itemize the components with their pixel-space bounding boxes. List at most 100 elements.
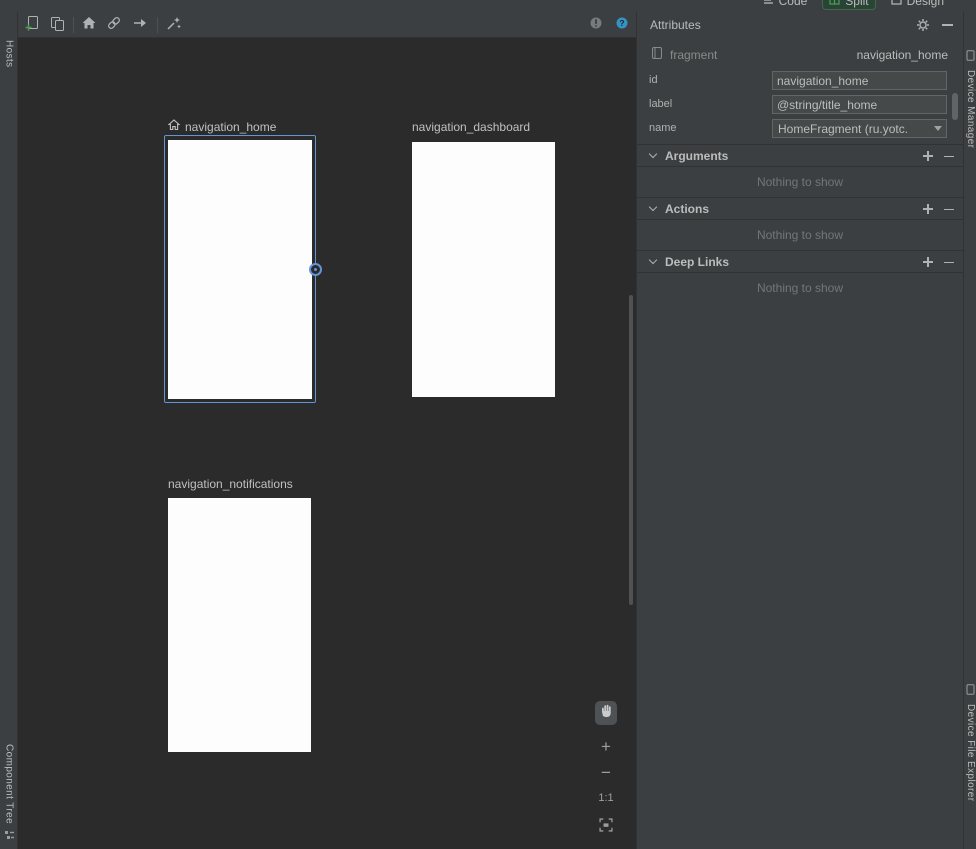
- section-header-deep-links[interactable]: Deep Links: [637, 250, 963, 273]
- sidebar-item-hosts[interactable]: Hosts: [0, 40, 18, 68]
- label-field-label: label: [649, 95, 672, 114]
- id-field[interactable]: [772, 71, 947, 90]
- hand-icon: [599, 703, 613, 723]
- field-row-id: id: [637, 71, 963, 90]
- help-button[interactable]: ?: [612, 15, 632, 35]
- deep-link-button[interactable]: [104, 15, 124, 35]
- tab-code[interactable]: Code: [757, 0, 814, 9]
- svg-text:?: ?: [619, 18, 624, 28]
- tab-split[interactable]: Split: [823, 0, 874, 9]
- id-field-label: id: [649, 71, 658, 90]
- sidebar-item-device-file-explorer[interactable]: Device File Explorer: [964, 682, 976, 801]
- component-type: fragment: [670, 48, 717, 62]
- panel-title: Attributes: [650, 12, 701, 39]
- chevron-down-icon: [934, 126, 942, 131]
- action-button[interactable]: [130, 15, 150, 35]
- split-icon: [829, 0, 840, 8]
- zoom-ratio-indicator[interactable]: 1:1: [595, 792, 617, 804]
- sidebar-item-component-tree[interactable]: Component Tree: [0, 744, 18, 846]
- fragment-notifications-preview[interactable]: [168, 498, 311, 752]
- section-header-actions[interactable]: Actions: [637, 197, 963, 220]
- assign-start-button[interactable]: [79, 15, 99, 35]
- fragment-label: navigation_dashboard: [412, 120, 530, 134]
- editor-tab-strip: Code Split Design: [0, 0, 976, 12]
- label-field[interactable]: [772, 95, 947, 114]
- zoom-to-fit-icon: [599, 819, 613, 836]
- fragment-dashboard-preview[interactable]: [412, 142, 555, 397]
- attribute-sections: Arguments Nothing to show Actions Nothin…: [637, 144, 963, 303]
- hosts-label: Hosts: [4, 40, 15, 68]
- start-destination-home-icon: [168, 119, 180, 134]
- component-id: navigation_home: [857, 48, 948, 62]
- help-icon: ?: [614, 15, 630, 36]
- zoom-in-button[interactable]: +: [595, 737, 617, 757]
- chevron-down-icon: [649, 203, 657, 211]
- pan-button[interactable]: [595, 701, 617, 725]
- attributes-panel-header: Attributes: [637, 12, 963, 39]
- action-connection-handle[interactable]: [309, 263, 322, 276]
- name-dropdown[interactable]: HomeFragment (ru.yotc.: [772, 119, 947, 138]
- actions-empty-text: Nothing to show: [637, 220, 963, 250]
- gear-icon: [916, 18, 930, 32]
- tab-design[interactable]: Design: [885, 0, 950, 9]
- add-deep-link-button[interactable]: [923, 257, 933, 267]
- auto-arrange-button[interactable]: [164, 15, 184, 35]
- name-field-label: name: [649, 119, 677, 138]
- home-icon: [81, 15, 97, 36]
- zoom-to-fit-button[interactable]: [599, 818, 613, 832]
- editor-mode-tabs: Code Split Design: [757, 0, 950, 11]
- remove-action-button[interactable]: [944, 209, 954, 211]
- right-tool-window-stripe: Device Manager Device File Explorer: [963, 12, 976, 849]
- zoom-out-button[interactable]: −: [595, 763, 617, 783]
- error-panel-button[interactable]: [586, 15, 606, 35]
- panel-options-button[interactable]: [916, 18, 930, 37]
- fragment-notifications-label-row[interactable]: navigation_notifications: [168, 476, 293, 491]
- fragment-home-preview[interactable]: [168, 140, 312, 399]
- hide-panel-button[interactable]: [942, 24, 953, 26]
- toolbar-separator: [73, 17, 74, 33]
- fragment-label: navigation_home: [185, 120, 276, 134]
- device-file-explorer-label: Device File Explorer: [965, 704, 976, 801]
- section-title: Arguments: [665, 149, 728, 163]
- sidebar-item-device-manager[interactable]: Device Manager: [964, 48, 976, 148]
- tab-design-label: Design: [907, 0, 944, 8]
- design-icon: [891, 0, 902, 8]
- device-manager-icon: [966, 48, 975, 66]
- add-argument-button[interactable]: [923, 151, 933, 161]
- nav-graph-canvas[interactable]: navigation_home navigation_dashboard nav…: [18, 38, 636, 849]
- device-file-explorer-icon: [966, 682, 975, 700]
- selected-component-row: fragment navigation_home: [637, 45, 963, 65]
- component-tree-label: Component Tree: [4, 744, 15, 824]
- add-action-button[interactable]: [923, 204, 933, 214]
- fragment-label: navigation_notifications: [168, 477, 293, 491]
- tab-split-label: Split: [845, 0, 868, 8]
- deep-links-empty-text: Nothing to show: [637, 273, 963, 303]
- remove-argument-button[interactable]: [944, 156, 954, 158]
- code-icon: [763, 0, 774, 8]
- deep-link-icon: [106, 15, 122, 36]
- canvas-vertical-scrollbar[interactable]: [629, 295, 633, 605]
- name-dropdown-value: HomeFragment (ru.yotc.: [778, 122, 934, 136]
- section-title: Deep Links: [665, 255, 729, 269]
- arguments-empty-text: Nothing to show: [637, 167, 963, 197]
- nested-graph-icon: [49, 15, 65, 36]
- nav-editor-toolbar: ?: [18, 12, 636, 38]
- attributes-panel: Attributes fragment navigation_home id l…: [636, 12, 963, 849]
- tab-code-label: Code: [779, 0, 808, 8]
- action-arrow-icon: [132, 15, 148, 36]
- navigation-editor-window: Code Split Design Hosts Component Tree: [0, 0, 976, 849]
- field-row-label: label: [637, 95, 963, 114]
- chevron-down-icon: [649, 256, 657, 264]
- new-destination-button[interactable]: [22, 15, 42, 35]
- component-tree-icon: [4, 828, 15, 846]
- chevron-down-icon: [649, 150, 657, 158]
- panel-scrollbar-thumb[interactable]: [952, 93, 958, 120]
- nested-graph-button[interactable]: [47, 15, 67, 35]
- auto-arrange-icon: [166, 15, 182, 36]
- fragment-dashboard-label-row[interactable]: navigation_dashboard: [412, 119, 530, 134]
- section-header-arguments[interactable]: Arguments: [637, 144, 963, 167]
- remove-deep-link-button[interactable]: [944, 262, 954, 264]
- new-destination-icon: [24, 15, 40, 36]
- fragment-home-label-row[interactable]: navigation_home: [168, 119, 276, 134]
- toolbar-separator: [157, 17, 158, 33]
